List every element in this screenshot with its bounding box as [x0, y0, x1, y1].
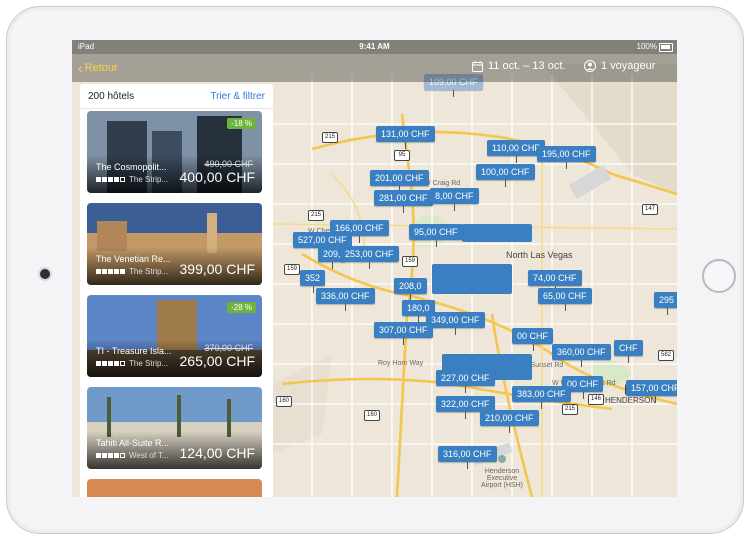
hotel-area: The Strip...: [129, 267, 169, 276]
hotel-name: TI - Treasure Isla...: [96, 346, 172, 356]
hotel-card[interactable]: The Venetian Re... The Strip... 399,00 C…: [87, 203, 262, 285]
highway-shield: 215: [322, 132, 338, 143]
back-label: Retour: [84, 62, 118, 74]
price-pin[interactable]: 316,00 CHF: [438, 446, 497, 469]
highway-shield: 160: [364, 410, 380, 421]
highway-shield: 159: [284, 264, 300, 275]
price-pin[interactable]: 195,00 CHF: [537, 146, 596, 169]
highway-shield: 146: [588, 394, 604, 405]
date-range: 11 oct. – 13 oct.: [488, 60, 566, 72]
highway-shield: 215: [562, 404, 578, 415]
sort-filter-button[interactable]: Trier & filtrer: [210, 91, 265, 102]
highway-shield: 582: [658, 350, 674, 361]
hotel-list-header: 200 hôtels Trier & filtrer: [80, 84, 273, 109]
status-bar: iPad 9:41 AM 100%: [72, 40, 677, 54]
guests-label: 1 voyageur: [601, 60, 656, 72]
user-icon: [584, 60, 596, 72]
price-pin[interactable]: 352: [300, 270, 326, 293]
highway-shield: 215: [308, 210, 324, 221]
discount-badge: -18 %: [227, 118, 256, 129]
price-pin[interactable]: 281,00 CHF: [374, 190, 433, 213]
price-pin[interactable]: 8,00 CHF: [430, 188, 479, 211]
hotel-card[interactable]: [87, 479, 262, 497]
price-pin[interactable]: 65,00 CHF: [538, 288, 592, 311]
price-pin[interactable]: 336,00 CHF: [316, 288, 375, 311]
screen: North Las Vegas HENDERSON Henderson Exec…: [72, 40, 677, 497]
price-pin[interactable]: 00 CHF: [512, 328, 554, 351]
price-pin[interactable]: 307,00 CHF: [374, 322, 433, 345]
hotel-price: 124,00 CHF: [179, 445, 255, 461]
pin-cluster[interactable]: [462, 224, 532, 242]
hotel-list-panel: 200 hôtels Trier & filtrer -18 % The Cos…: [80, 84, 273, 497]
price-pin[interactable]: 360,00 CHF: [552, 344, 611, 367]
hotel-card[interactable]: -18 % The Cosmopolit... The Strip... 490…: [87, 111, 262, 193]
star-rating: [96, 269, 125, 274]
price-pin[interactable]: 208,0: [394, 278, 427, 301]
map-label-craig: W Craig Rd: [424, 180, 461, 187]
guests-button[interactable]: 1 voyageur: [584, 60, 655, 72]
battery-icon: [659, 43, 673, 52]
old-price: 490,00 CHF: [204, 159, 253, 169]
nav-bar: ‹ Retour 11 oct. – 13 oct. 1 voyageur: [72, 54, 677, 82]
price-pin[interactable]: 131,00 CHF: [376, 126, 435, 149]
pin-cluster[interactable]: [432, 264, 512, 294]
price-pin[interactable]: 383,00 CHF: [512, 386, 571, 409]
map-label-henderson: HENDERSON: [605, 396, 657, 405]
hotel-area: The Strip...: [129, 359, 169, 368]
price-pin[interactable]: 253,00 CHF: [340, 246, 399, 269]
map-label-airport: Henderson Executive Airport (HSH): [480, 468, 523, 489]
hotel-area: The Strip...: [129, 175, 169, 184]
discount-badge: -28 %: [227, 302, 256, 313]
hotel-card[interactable]: -28 % TI - Treasure Isla... The Strip...…: [87, 295, 262, 377]
highway-shield: 159: [402, 256, 418, 267]
price-pin[interactable]: 95,00 CHF: [409, 224, 463, 247]
price-pin[interactable]: 210,00 CHF: [480, 410, 539, 433]
hotel-price: 399,00 CHF: [179, 261, 255, 277]
price-pin[interactable]: 349,00 CHF: [426, 312, 485, 335]
hotel-card[interactable]: Tahiti All-Suite R... West of T... 124,0…: [87, 387, 262, 469]
hotel-price: 400,00 CHF: [179, 169, 255, 185]
star-rating: [96, 453, 125, 458]
old-price: 370,00 CHF: [204, 343, 253, 353]
hotel-count: 200 hôtels: [88, 91, 135, 102]
chevron-left-icon: ‹: [78, 60, 83, 76]
date-range-button[interactable]: 11 oct. – 13 oct.: [472, 60, 565, 72]
map-label-north-las-vegas: North Las Vegas: [506, 250, 573, 260]
price-pin[interactable]: 100,00 CHF: [476, 164, 535, 187]
price-pin[interactable]: 74,00 CHF: [528, 270, 582, 293]
status-time: 9:41 AM: [359, 42, 390, 51]
price-pin[interactable]: 227,00 CHF: [436, 370, 495, 393]
home-button[interactable]: [702, 259, 736, 293]
price-pin[interactable]: 201,00 CHF: [370, 170, 429, 193]
map-label-roy-horn: Roy Horn Way: [378, 360, 424, 367]
back-button[interactable]: ‹ Retour: [78, 60, 118, 76]
camera: [40, 269, 50, 279]
hotel-name: The Cosmopolit...: [96, 162, 167, 172]
hotel-name: Tahiti All-Suite R...: [96, 438, 170, 448]
highway-shield: 95: [394, 150, 410, 161]
hotel-area: West of T...: [129, 451, 169, 460]
star-rating: [96, 361, 125, 366]
hotel-price: 265,00 CHF: [179, 353, 255, 369]
highway-shield: 160: [276, 396, 292, 407]
price-pin[interactable]: 157,00 CHF: [626, 380, 677, 403]
calendar-icon: [472, 60, 483, 72]
price-pin[interactable]: 295: [654, 292, 677, 315]
star-rating: [96, 177, 125, 182]
battery-percent: 100%: [636, 42, 657, 51]
highway-shield: 147: [642, 204, 658, 215]
price-pin[interactable]: CHF: [614, 340, 643, 363]
hotel-name: The Venetian Re...: [96, 254, 171, 264]
